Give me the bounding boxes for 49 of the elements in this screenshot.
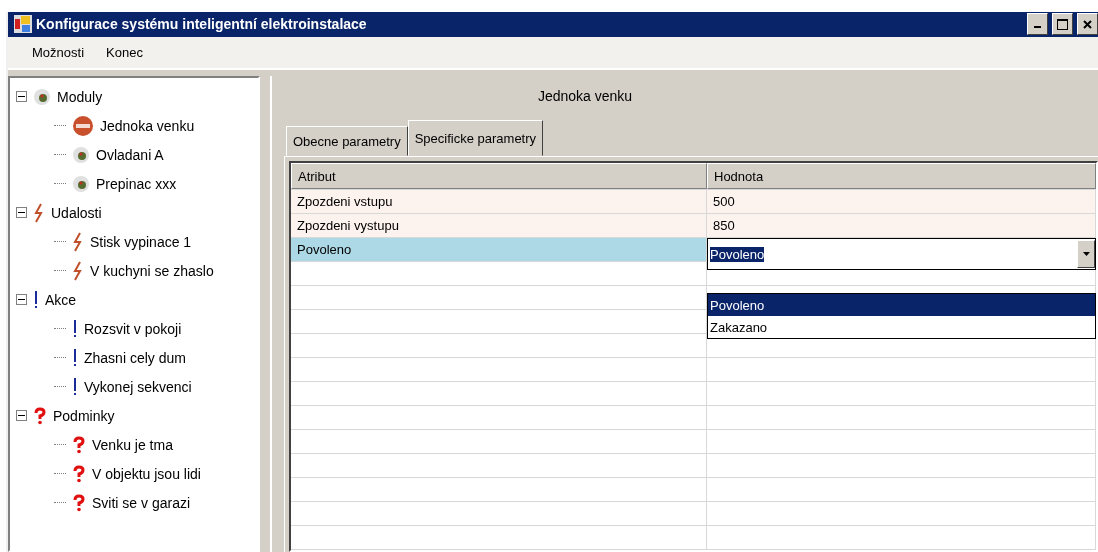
tab[interactable]: Obecne parametry	[286, 126, 408, 156]
minimize-button[interactable]	[1027, 13, 1048, 36]
question-icon	[72, 493, 86, 512]
tab[interactable]: Specificke parametry	[407, 120, 544, 156]
tree-item[interactable]: Zhasni cely dum	[84, 349, 186, 366]
tree-item[interactable]: Jednoka venku	[100, 117, 195, 134]
tree-item[interactable]: Akce	[45, 291, 77, 308]
table-cell: Povoleno	[291, 238, 707, 261]
dropdown-option[interactable]: Povoleno	[708, 294, 1095, 316]
dropdown-field[interactable]: Povoleno	[707, 238, 1096, 270]
tree-item[interactable]: Podminky	[53, 407, 115, 424]
lightning-icon	[72, 231, 84, 252]
tree-item[interactable]: Prepinac xxx	[96, 175, 177, 192]
close-button[interactable]	[1077, 13, 1098, 36]
tree-item[interactable]: Venku je tma	[92, 436, 173, 453]
question-icon	[72, 464, 86, 483]
maximize-button[interactable]	[1052, 13, 1073, 36]
panel-title: Jednoka venku	[536, 87, 634, 106]
app-icon	[14, 15, 32, 34]
table-cell: 850	[707, 214, 1096, 237]
caret-icon	[1082, 252, 1090, 256]
maximize-icon	[1057, 18, 1068, 30]
tree-item[interactable]: Stisk vypinace 1	[90, 233, 192, 250]
tree-item[interactable]: Ovladani A	[96, 146, 164, 163]
column-header[interactable]: Hodnota	[707, 163, 1096, 189]
tree-item[interactable]: Udalosti	[51, 204, 102, 221]
lightning-icon	[72, 260, 84, 281]
question-icon	[33, 406, 47, 425]
table-cell: Zpozdeni vystupu	[291, 214, 707, 237]
tree-item[interactable]: Vykonej sekvenci	[84, 378, 192, 395]
table-cell: 500	[707, 190, 1096, 213]
question-icon	[72, 435, 86, 454]
table-cell: Zpozdeni vstupu	[291, 190, 707, 213]
window-title: Konfigurace systému inteligentní elektroinstalace	[36, 16, 368, 33]
close-icon	[1083, 19, 1092, 29]
exclamation-icon	[72, 318, 78, 339]
exclamation-icon	[72, 376, 78, 397]
tree-item[interactable]: V objektu jsou lidi	[92, 465, 201, 482]
badge-icon	[72, 114, 94, 137]
menu-item[interactable]: Možnosti	[32, 44, 85, 60]
column-header[interactable]: Atribut	[291, 163, 707, 189]
tree-item[interactable]: Sviti se v garazi	[92, 494, 191, 511]
lightning-icon	[33, 202, 45, 223]
tree-item[interactable]: Rozsvit v pokoji	[84, 320, 182, 337]
exclamation-icon	[33, 289, 39, 310]
menu-item[interactable]: Konec	[106, 44, 143, 60]
tree-item[interactable]: V kuchyni se zhaslo	[90, 262, 214, 279]
exclamation-icon	[72, 347, 78, 368]
tree-item[interactable]: Moduly	[57, 88, 103, 105]
